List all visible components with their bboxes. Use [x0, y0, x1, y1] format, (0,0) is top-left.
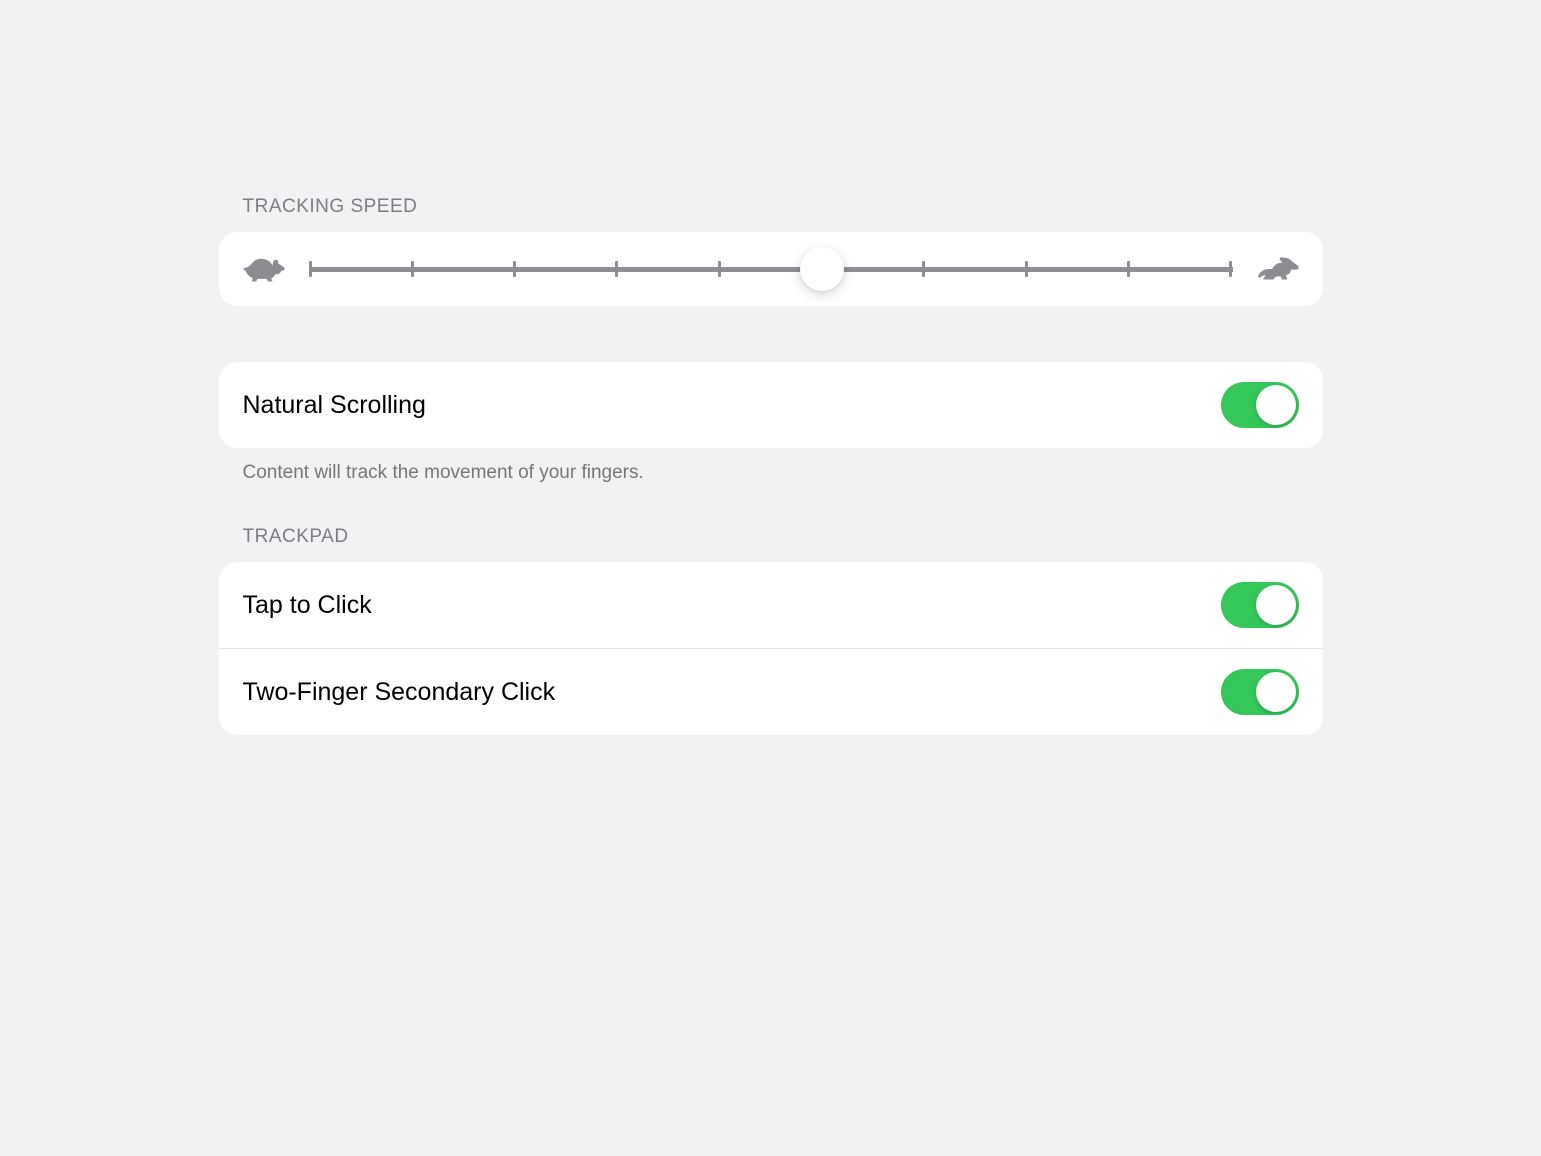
tracking-speed-header: TRACKING SPEED: [219, 196, 1323, 218]
natural-scrolling-label: Natural Scrolling: [243, 391, 426, 420]
tortoise-icon: [243, 254, 285, 284]
natural-scrolling-toggle[interactable]: [1221, 382, 1299, 428]
tracking-speed-slider[interactable]: [309, 254, 1233, 284]
natural-scrolling-card: Natural Scrolling: [219, 362, 1323, 448]
hare-icon: [1257, 254, 1299, 284]
two-finger-secondary-row: Two-Finger Secondary Click: [219, 648, 1323, 735]
tap-to-click-row: Tap to Click: [219, 562, 1323, 648]
toggle-knob: [1256, 385, 1296, 425]
two-finger-secondary-toggle[interactable]: [1221, 669, 1299, 715]
tap-to-click-toggle[interactable]: [1221, 582, 1299, 628]
trackpad-card: Tap to Click Two-Finger Secondary Click: [219, 562, 1323, 735]
slider-track: [309, 267, 1233, 272]
slider-thumb[interactable]: [800, 247, 844, 291]
toggle-knob: [1256, 672, 1296, 712]
two-finger-secondary-label: Two-Finger Secondary Click: [243, 678, 556, 707]
tracking-speed-card: [219, 232, 1323, 306]
natural-scrolling-row: Natural Scrolling: [219, 362, 1323, 448]
natural-scrolling-footer: Content will track the movement of your …: [219, 462, 1323, 484]
settings-container: TRACKING SPEED: [219, 0, 1323, 735]
toggle-knob: [1256, 585, 1296, 625]
trackpad-header: TRACKPAD: [219, 526, 1323, 548]
tap-to-click-label: Tap to Click: [243, 591, 372, 620]
